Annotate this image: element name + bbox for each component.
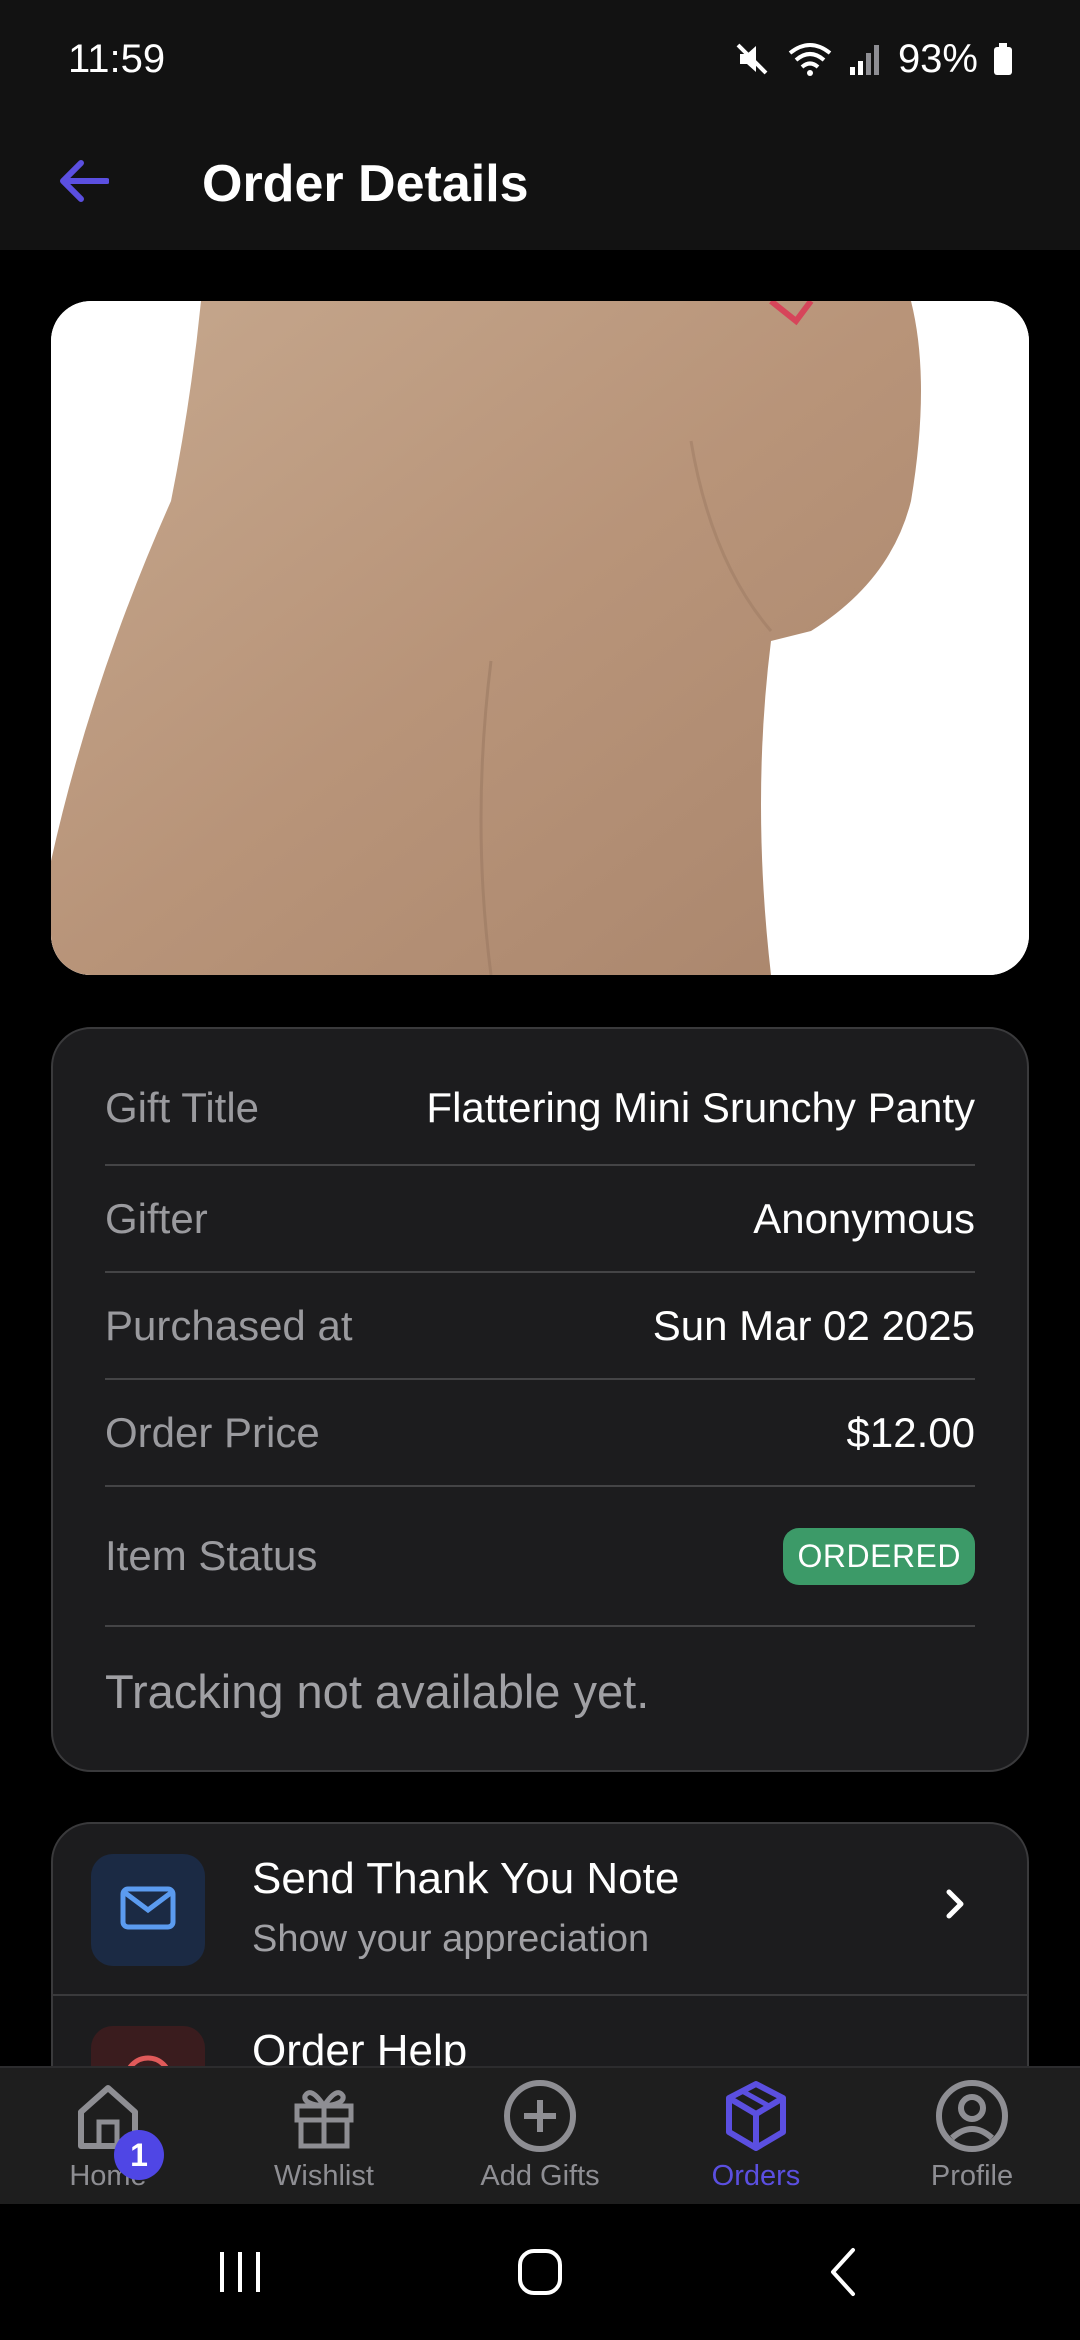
- back-system-button[interactable]: [815, 2244, 875, 2305]
- arrow-left-icon: [57, 159, 110, 208]
- battery-percent: 93%: [897, 36, 978, 81]
- back-button[interactable]: [48, 148, 118, 218]
- nav-label: Add Gifts: [480, 2160, 600, 2192]
- detail-row-order-price: Order Price $12.00: [105, 1380, 975, 1487]
- nav-label: Orders: [711, 2160, 801, 2192]
- detail-value: Flattering Mini Srunchy Panty: [426, 1083, 975, 1131]
- wifi-icon: [786, 39, 834, 79]
- home-system-button[interactable]: [510, 2244, 570, 2305]
- action-title: Send Thank You Note: [252, 1854, 680, 1903]
- tracking-status-text: Tracking not available yet.: [105, 1665, 650, 1718]
- detail-value: Anonymous: [753, 1194, 975, 1242]
- battery-icon: [992, 39, 1014, 79]
- status-badge: ORDERED: [783, 1527, 975, 1585]
- detail-label: Order Price: [105, 1408, 320, 1456]
- chevron-left-icon: [815, 2244, 875, 2305]
- mute-icon: [732, 39, 772, 79]
- nav-label: Profile: [930, 2160, 1014, 2192]
- detail-row-item-status: Item Status ORDERED: [105, 1487, 975, 1627]
- recent-apps-icon: [210, 2244, 270, 2305]
- app-bar: Order Details: [0, 118, 1080, 250]
- profile-icon: [934, 2078, 1010, 2154]
- nav-item-profile[interactable]: Profile: [864, 2068, 1080, 2204]
- detail-label: Gifter: [105, 1194, 208, 1242]
- recent-apps-button[interactable]: [210, 2244, 270, 2305]
- box-icon: [721, 2078, 791, 2154]
- nav-item-orders[interactable]: Orders: [648, 2068, 864, 2204]
- nav-label: Wishlist: [274, 2160, 374, 2192]
- gift-icon: [289, 2078, 359, 2154]
- mail-icon: [120, 1886, 176, 1935]
- detail-label: Item Status: [105, 1532, 318, 1579]
- detail-row-gift-title: Gift Title Flattering Mini Srunchy Panty: [105, 1029, 975, 1166]
- order-details-card: Gift Title Flattering Mini Srunchy Panty…: [51, 1027, 1029, 1772]
- action-subtitle: Show your appreciation: [252, 1918, 650, 1960]
- product-image: [51, 301, 1029, 975]
- detail-row-gifter: Gifter Anonymous: [105, 1166, 975, 1273]
- nav-item-home[interactable]: 1 Home: [0, 2068, 216, 2204]
- detail-value: $12.00: [846, 1408, 975, 1456]
- status-icons: 93%: [732, 37, 1014, 82]
- nav-item-wishlist[interactable]: Wishlist: [216, 2068, 432, 2204]
- nav-item-add-gifts[interactable]: Add Gifts: [432, 2068, 648, 2204]
- detail-row-purchased-at: Purchased at Sun Mar 02 2025: [105, 1273, 975, 1380]
- system-nav-bar: [0, 2204, 1080, 2340]
- bottom-nav: 1 Home Wishlist Add Gifts Orders Profile: [0, 2066, 1080, 2204]
- chevron-right-icon: [941, 1882, 971, 1931]
- status-time: 11:59: [68, 36, 166, 81]
- notification-badge: 1: [114, 2130, 164, 2180]
- detail-label: Purchased at: [105, 1301, 353, 1349]
- signal-icon: [848, 39, 884, 79]
- plus-circle-icon: [502, 2078, 578, 2154]
- send-thank-you-note-button[interactable]: Send Thank You Note Show your appreciati…: [53, 1824, 1027, 1996]
- detail-label: Gift Title: [105, 1083, 260, 1131]
- mail-icon-box: [91, 1854, 205, 1966]
- home-circle-icon: [510, 2244, 570, 2305]
- status-bar: 11:59 93%: [0, 0, 1080, 118]
- detail-value: Sun Mar 02 2025: [652, 1301, 975, 1349]
- page-title: Order Details: [202, 155, 529, 213]
